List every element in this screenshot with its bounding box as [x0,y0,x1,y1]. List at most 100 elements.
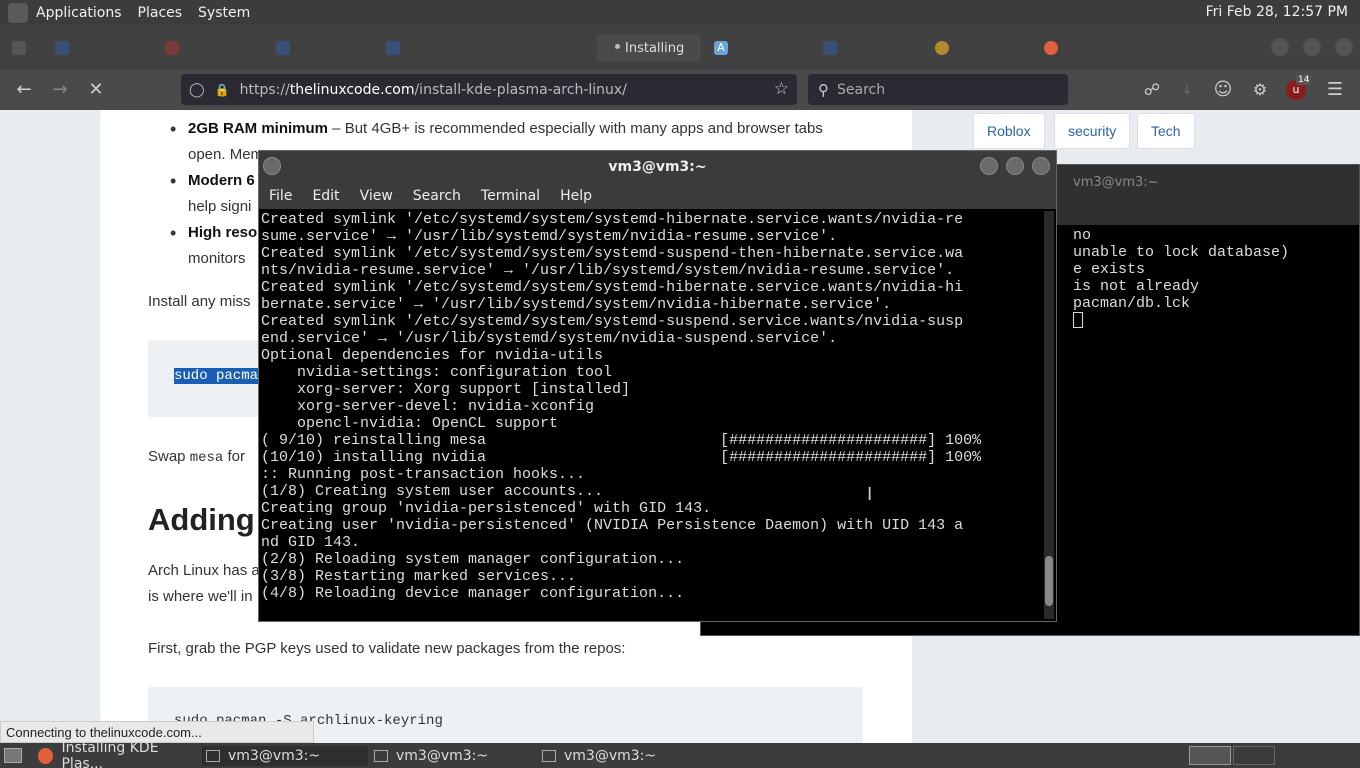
menu-view[interactable]: View [350,188,403,204]
scrollbar-thumb[interactable] [1045,556,1053,606]
browser-tab-bar: Installing A [0,25,1360,70]
firefox-icon [38,748,54,764]
taskbar-item-terminal[interactable]: vm3@vm3:~ [202,746,368,766]
terminal-line: ( 9/10) reinstalling mesa [#############… [261,432,982,449]
account-icon[interactable]: ☺ [1212,79,1234,101]
workspace-switcher[interactable] [1189,746,1231,765]
url-path: /install-kde-plasma-arch-linux/ [414,81,627,98]
terminal-maximize-button[interactable] [1006,157,1024,175]
bullet-resolution-line2: monitors [188,250,246,267]
stop-icon[interactable]: ✕ [85,79,107,101]
tab-favicon-icon [935,41,949,55]
system-menu[interactable]: System [190,0,258,25]
menu-file[interactable]: File [259,188,302,204]
menu-search[interactable]: Search [403,188,471,204]
tab-favicon-icon [55,41,69,55]
terminal-line: (10/10) installing nvidia [#############… [261,449,982,466]
tab[interactable] [935,35,957,61]
tab[interactable] [386,35,408,61]
tag-roblox[interactable]: Roblox [973,113,1045,149]
terminal-cursor [1073,312,1083,329]
swap-paragraph: Swap mesa for [148,448,245,466]
menu-edit[interactable]: Edit [302,188,349,204]
download-icon[interactable]: ↓ [1176,79,1198,101]
terminal-back-line: is not already [1073,278,1200,295]
terminal-back-output: no unable to lock database) e exists is … [1073,227,1289,329]
install-paragraph: Install any miss [148,293,251,310]
tab[interactable] [12,35,34,61]
terminal-title: vm3@vm3:~ [259,151,1056,183]
terminal-output[interactable]: Created symlink '/etc/systemd/system/sys… [261,211,1044,621]
terminal-line: Optional dependencies for nvidia-utils [261,347,604,364]
terminal-line: Created symlink '/etc/systemd/system/sys… [261,279,964,296]
terminal-output-text: Created symlink '/etc/systemd/system/sys… [261,211,1044,602]
terminal-back-line: e exists [1073,261,1146,278]
workspace-switcher[interactable] [1233,746,1275,765]
terminal-window[interactable]: vm3@vm3:~ File Edit View Search Terminal… [258,150,1057,622]
terminal-close-button[interactable] [1032,157,1050,175]
terminal-menubar: File Edit View Search Terminal Help [259,183,1056,209]
bookmark-star-icon[interactable]: ☆ [774,79,789,99]
desktop: Applications Places System Fri Feb 28, 1… [0,0,1360,768]
terminal-line: nd GID 143. [261,534,361,551]
tab-favicon-icon [12,41,26,55]
tab[interactable] [276,35,298,61]
tab[interactable] [55,35,77,61]
extensions-icon[interactable]: ⚙ [1249,79,1271,101]
taskbar: Installing KDE Plas... vm3@vm3:~ vm3@vm3… [0,740,1360,768]
clock[interactable]: Fri Feb 28, 12:57 PM [1206,4,1348,20]
tag-tech[interactable]: Tech [1137,113,1195,149]
lock-icon[interactable]: 🔒 [215,83,230,97]
tab[interactable] [165,35,187,61]
terminal-line: end.service' → '/usr/lib/systemd/system/… [261,330,838,347]
terminal-line: (2/8) Reloading system manager configura… [261,551,685,568]
terminal-back-line: pacman/db.lck [1073,295,1191,312]
menu-help[interactable]: Help [550,188,602,204]
terminal-menu-button[interactable] [263,157,281,175]
system-logo-icon[interactable] [8,2,28,23]
url-prefix: https:// [239,81,290,98]
text-cursor-icon: I [867,484,873,505]
swap-text: Swap [148,448,190,465]
browser-nav-bar: ← → ✕ ◯ 🔒 https://thelinuxcode.com/insta… [0,70,1360,110]
bullet-resolution: High reso [188,224,258,241]
show-desktop-icon[interactable] [4,748,22,763]
pocket-icon[interactable]: ☍ [1141,79,1163,101]
taskbar-label: vm3@vm3:~ [396,748,489,764]
minimize-button[interactable] [1271,38,1289,56]
url-bar[interactable]: ◯ 🔒 https://thelinuxcode.com/install-kde… [181,74,797,105]
places-menu[interactable]: Places [130,0,191,25]
terminal-icon [542,750,556,762]
close-button[interactable] [1335,38,1353,56]
shield-icon[interactable]: ◯ [189,82,205,98]
maximize-button[interactable] [1303,38,1321,56]
search-bar[interactable]: ⚲ Search [808,74,1068,105]
terminal-icon [206,750,220,762]
terminal-line: (4/8) Reloading device manager configura… [261,585,685,602]
terminal-line: bernate.service' → '/usr/lib/systemd/sys… [261,296,892,313]
applications-menu[interactable]: Applications [28,0,130,25]
back-icon[interactable]: ← [13,79,35,101]
taskbar-label: Installing KDE Plas... [61,740,159,768]
terminal-scrollbar[interactable] [1044,211,1054,619]
menu-terminal[interactable]: Terminal [471,188,550,204]
terminal-minimize-button[interactable] [980,157,998,175]
tab[interactable] [823,35,845,61]
swap-after: for [223,448,245,465]
top-panel: Applications Places System Fri Feb 28, 1… [0,0,1360,25]
tab[interactable] [1044,35,1066,61]
bullet-cpu-line2: help signi [188,198,252,215]
bullet-cpu: Modern 6 [188,172,255,189]
tag-security[interactable]: security [1054,113,1131,149]
search-placeholder: Search [837,81,886,98]
forward-icon[interactable]: → [49,79,71,101]
tab[interactable]: A [714,35,736,61]
taskbar-item-browser[interactable]: Installing KDE Plas... [34,740,200,768]
taskbar-item-terminal[interactable]: vm3@vm3:~ [538,746,704,766]
search-icon: ⚲ [818,80,829,99]
menu-icon[interactable]: ☰ [1324,79,1346,101]
pgp-paragraph: First, grab the PGP keys used to validat… [148,640,626,657]
terminal-back-line: unable to lock database) [1073,244,1290,261]
tab-active[interactable]: Installing [597,35,701,61]
taskbar-item-terminal[interactable]: vm3@vm3:~ [370,746,536,766]
